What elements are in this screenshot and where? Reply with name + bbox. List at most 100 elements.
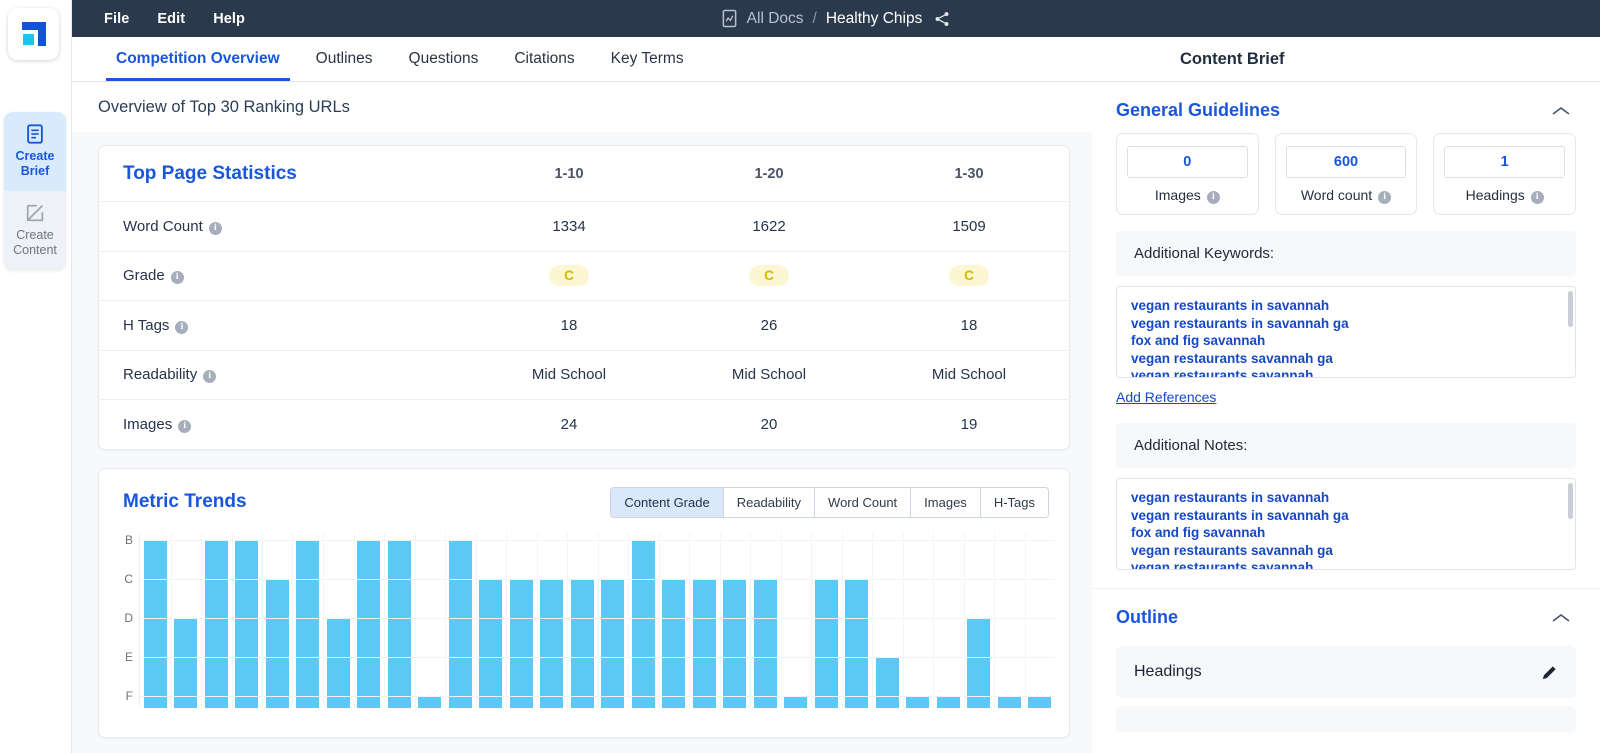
chart-bar[interactable] xyxy=(204,539,228,708)
chevron-up-icon[interactable] xyxy=(1552,613,1570,623)
additional-notes-box[interactable]: vegan restaurants in savannah vegan rest… xyxy=(1116,478,1576,570)
tab-outlines[interactable]: Outlines xyxy=(298,37,391,81)
chart-bar[interactable] xyxy=(723,578,747,708)
cell-grade-1-20: C xyxy=(669,251,869,300)
row-label-text: Images xyxy=(123,415,173,433)
info-icon[interactable]: i xyxy=(170,271,184,285)
share-icon[interactable] xyxy=(933,10,951,28)
toggle-word-count[interactable]: Word Count xyxy=(815,487,912,517)
chart-bar[interactable] xyxy=(601,578,625,708)
chart-bar[interactable] xyxy=(845,578,869,708)
table-title: Top Page Statistics xyxy=(123,162,297,184)
chart-bar[interactable] xyxy=(235,539,259,708)
chart-bar[interactable] xyxy=(570,578,594,708)
chart-bar[interactable] xyxy=(418,695,442,708)
headings-input[interactable] xyxy=(1444,146,1566,178)
chart-bar-cell xyxy=(476,532,507,708)
chart-bar[interactable] xyxy=(479,578,503,708)
chevron-up-icon[interactable] xyxy=(1552,106,1570,116)
chart-bar-cell xyxy=(659,532,690,708)
toggle-content-grade[interactable]: Content Grade xyxy=(611,487,724,517)
chart-bar[interactable] xyxy=(540,578,564,708)
chart-bar[interactable] xyxy=(1028,695,1052,708)
row-label-word-count: Word Count i xyxy=(99,202,469,251)
chart-bar[interactable] xyxy=(997,695,1021,708)
row-label-text: Readability xyxy=(123,366,198,384)
chart-bar[interactable] xyxy=(753,578,777,708)
notes-scrollbar[interactable] xyxy=(1568,483,1573,519)
chart-bar[interactable] xyxy=(509,578,533,708)
menu-item-edit[interactable]: Edit xyxy=(143,7,199,31)
info-icon[interactable]: i xyxy=(203,370,217,384)
chart-bar[interactable] xyxy=(875,656,899,708)
menu-item-help[interactable]: Help xyxy=(199,7,259,31)
keywords-scrollbar[interactable] xyxy=(1568,291,1573,327)
chart-bar[interactable] xyxy=(357,539,381,708)
outline-headings-row[interactable]: Headings xyxy=(1116,646,1576,698)
chart-vgridline xyxy=(841,531,843,708)
cell-images-1-30: 19 xyxy=(960,415,978,433)
breadcrumb-separator: / xyxy=(812,9,817,27)
outline-header[interactable]: Outline xyxy=(1092,589,1600,640)
toggle-readability[interactable]: Readability xyxy=(723,487,816,517)
chart-vgridline xyxy=(323,531,324,708)
rail-item-create-brief[interactable]: Create Brief xyxy=(4,112,66,191)
cell-readability-1-20: Mid School xyxy=(731,366,807,384)
chart-vgridline xyxy=(872,531,873,708)
rail-label-line2: Brief xyxy=(20,164,50,178)
tab-citations[interactable]: Citations xyxy=(496,37,592,81)
outline-headings-row-empty[interactable] xyxy=(1116,706,1576,732)
info-icon[interactable]: i xyxy=(175,320,189,334)
chart-bar-cell xyxy=(506,532,537,708)
chart-bar[interactable] xyxy=(631,539,655,708)
pencil-icon[interactable] xyxy=(1541,664,1558,681)
chart-bar-cell xyxy=(445,532,476,708)
chart-bar-cell xyxy=(384,532,415,708)
toggle-h-tags[interactable]: H-Tags xyxy=(980,487,1048,517)
stat-card-headings: Headings i xyxy=(1433,133,1577,215)
chart-bar[interactable] xyxy=(692,578,716,708)
menu-item-file[interactable]: File xyxy=(90,7,143,31)
chart-bar[interactable] xyxy=(174,617,198,708)
toggle-images[interactable]: Images xyxy=(911,487,981,517)
status-badge: C xyxy=(549,265,589,287)
info-icon[interactable]: i xyxy=(208,221,222,235)
chart-bar[interactable] xyxy=(662,578,686,708)
rail-item-create-content[interactable]: Create Content xyxy=(4,191,66,270)
breadcrumb-doc-title[interactable]: Healthy Chips xyxy=(826,10,923,28)
chart-bar[interactable] xyxy=(448,539,472,708)
info-icon[interactable]: i xyxy=(1206,191,1220,204)
note-item: vegan restaurants in savannah ga xyxy=(1131,507,1349,523)
top-page-statistics-table: Top Page Statistics 1-10 1-20 1-30 Word … xyxy=(99,146,1069,449)
images-input[interactable] xyxy=(1127,146,1248,178)
tab-competition-overview[interactable]: Competition Overview xyxy=(98,37,298,81)
general-guidelines-header[interactable]: General Guidelines xyxy=(1092,82,1600,133)
chart-bar[interactable] xyxy=(906,695,930,708)
logo[interactable] xyxy=(8,8,59,60)
add-references-link[interactable]: Add References xyxy=(1116,389,1216,405)
additional-keywords-box[interactable]: vegan restaurants in savannah vegan rest… xyxy=(1116,286,1576,378)
top-page-statistics-panel: Top Page Statistics 1-10 1-20 1-30 Word … xyxy=(98,145,1070,450)
keyword-item: vegan restaurants savannah xyxy=(1131,368,1314,378)
info-icon[interactable]: i xyxy=(1378,191,1392,204)
chart-bar[interactable] xyxy=(936,695,960,708)
tab-questions[interactable]: Questions xyxy=(391,37,497,81)
chart-bar[interactable] xyxy=(387,539,411,708)
note-item: fox and fig savannah xyxy=(1131,525,1266,540)
chart-bar[interactable] xyxy=(265,578,289,708)
tab-key-terms[interactable]: Key Terms xyxy=(593,37,702,81)
chart-bar[interactable] xyxy=(967,617,991,708)
status-badge: C xyxy=(749,265,789,287)
guideline-stat-cards: Imagesi Word counti Headingsi xyxy=(1092,133,1600,215)
chart-bar[interactable] xyxy=(296,539,320,708)
word-count-input[interactable] xyxy=(1285,146,1407,178)
chart-bar[interactable] xyxy=(326,617,350,708)
info-icon[interactable]: i xyxy=(1530,191,1544,204)
info-icon[interactable]: i xyxy=(178,419,192,433)
table-row: Images i 24 20 19 xyxy=(99,400,1069,449)
chart-bar[interactable] xyxy=(143,539,167,708)
chart-bar[interactable] xyxy=(814,578,838,708)
chart-y-tick: D xyxy=(124,610,133,625)
breadcrumb-all-docs[interactable]: All Docs xyxy=(747,10,804,28)
chart-bar[interactable] xyxy=(784,695,808,708)
